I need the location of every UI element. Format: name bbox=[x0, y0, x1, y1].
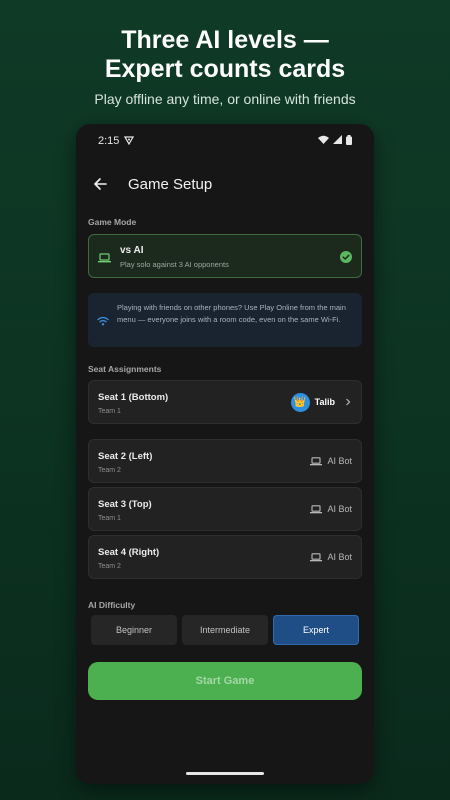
seat-card-top[interactable]: Seat 3 (Top) Team 1 AI Bot bbox=[88, 487, 362, 531]
check-circle-icon bbox=[340, 250, 352, 268]
seat-team: Team 2 bbox=[98, 563, 121, 570]
difficulty-intermediate-button[interactable]: Intermediate bbox=[182, 615, 268, 645]
game-mode-vs-ai-option[interactable]: vs AI Play solo against 3 AI opponents bbox=[88, 234, 362, 278]
seat-card-right[interactable]: Seat 4 (Right) Team 2 AI Bot bbox=[88, 535, 362, 579]
wifi-icon bbox=[97, 313, 109, 331]
seat-name: Seat 1 (Bottom) bbox=[98, 392, 169, 403]
mode-title: vs AI bbox=[120, 245, 144, 256]
online-info-box: Playing with friends on other phones? Us… bbox=[88, 293, 362, 347]
crown-avatar-icon: 👑 bbox=[290, 392, 310, 412]
ai-difficulty-label: AI Difficulty bbox=[88, 600, 136, 610]
player-name: AI Bot bbox=[327, 504, 352, 514]
player-name: AI Bot bbox=[327, 456, 352, 466]
laptop-icon bbox=[98, 250, 111, 268]
laptop-icon bbox=[310, 552, 323, 561]
status-time: 2:15 bbox=[98, 135, 120, 147]
difficulty-selector: Beginner Intermediate Expert bbox=[91, 615, 359, 645]
seat-team: Team 1 bbox=[98, 515, 121, 522]
laptop-icon bbox=[310, 504, 323, 513]
mode-description: Play solo against 3 AI opponents bbox=[120, 260, 229, 269]
player-name: AI Bot bbox=[327, 552, 352, 562]
seat-assignments-label: Seat Assignments bbox=[88, 364, 162, 374]
home-indicator[interactable] bbox=[186, 772, 264, 775]
seat-player: AI Bot bbox=[310, 440, 352, 482]
seat-card-left[interactable]: Seat 2 (Left) Team 2 AI Bot bbox=[88, 439, 362, 483]
seat-card-bottom[interactable]: Seat 1 (Bottom) Team 1 👑 Talib bbox=[88, 380, 362, 424]
promo-title: Three AI levels — Expert counts cards bbox=[0, 26, 450, 84]
arrow-left-icon bbox=[94, 178, 107, 190]
status-bar: 2:15 bbox=[76, 124, 374, 158]
difficulty-expert-button[interactable]: Expert bbox=[273, 615, 359, 645]
seat-team: Team 1 bbox=[98, 408, 121, 415]
app-bar: Game Setup bbox=[76, 168, 374, 200]
seat-name: Seat 3 (Top) bbox=[98, 499, 152, 510]
promo-title-line-2: Expert counts cards bbox=[104, 55, 346, 83]
player-name: Talib bbox=[314, 397, 335, 407]
start-game-button[interactable]: Start Game bbox=[88, 662, 362, 700]
page-title: Game Setup bbox=[128, 175, 213, 193]
laptop-icon bbox=[310, 456, 323, 465]
phone-screen: 2:15 Game Setup Game Mode vs AI Play sol… bbox=[76, 124, 374, 784]
vpn-icon bbox=[124, 135, 135, 148]
seat-player: AI Bot bbox=[310, 488, 352, 530]
battery-icon bbox=[346, 134, 352, 148]
seat-name: Seat 4 (Right) bbox=[98, 547, 160, 558]
signal-icon bbox=[333, 135, 342, 147]
seat-player: 👑 Talib bbox=[290, 381, 352, 423]
back-button[interactable] bbox=[88, 172, 112, 196]
seat-player: AI Bot bbox=[310, 536, 352, 578]
seat-name: Seat 2 (Left) bbox=[98, 451, 153, 462]
promo-subtitle: Play offline any time, or online with fr… bbox=[94, 91, 356, 107]
chevron-right-icon bbox=[346, 398, 351, 406]
online-info-text: Playing with friends on other phones? Us… bbox=[117, 303, 346, 324]
game-mode-label: Game Mode bbox=[88, 217, 137, 227]
difficulty-beginner-button[interactable]: Beginner bbox=[91, 615, 177, 645]
promo-title-line-1: Three AI levels — bbox=[121, 26, 329, 54]
seat-team: Team 2 bbox=[98, 467, 121, 474]
wifi-status-icon bbox=[318, 135, 329, 147]
